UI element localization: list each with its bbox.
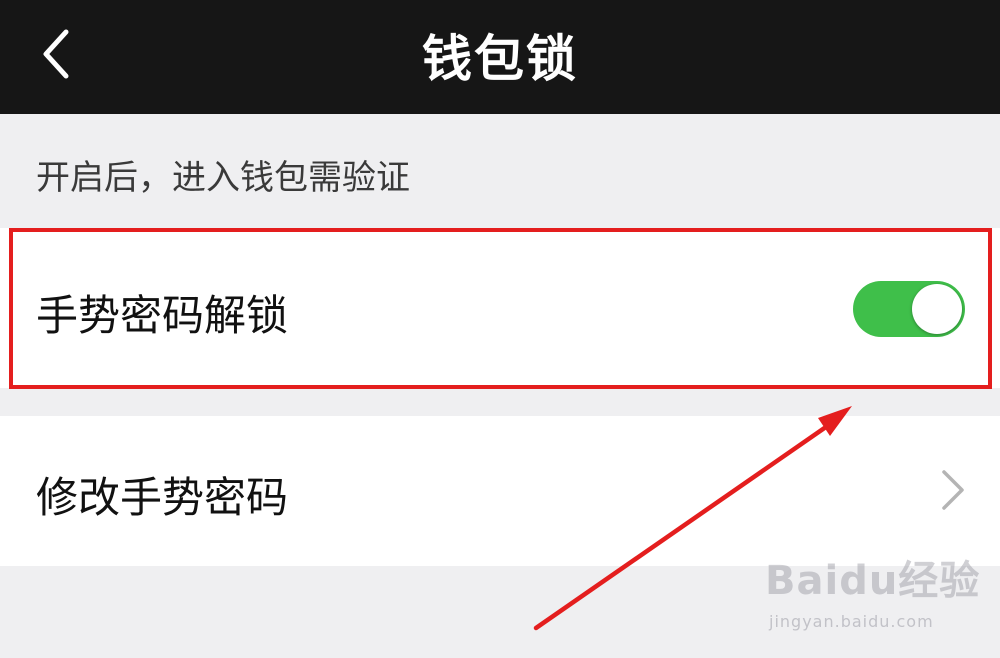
chevron-right-icon <box>942 470 964 510</box>
gesture-unlock-label: 手势密码解锁 <box>36 291 289 340</box>
toggle-knob <box>912 284 962 334</box>
page-title: 钱包锁 <box>422 30 578 88</box>
chevron-left-icon <box>43 29 69 79</box>
modify-gesture-label: 修改手势密码 <box>36 473 289 522</box>
back-button[interactable] <box>28 22 84 86</box>
watermark-url: jingyan.baidu.com <box>769 612 934 631</box>
wallet-lock-screen: 钱包锁 开启后，进入钱包需验证 手势密码解锁 修改手势密码 Baidu经验 ji… <box>0 0 1000 658</box>
section-description: 开启后，进入钱包需验证 <box>36 158 410 198</box>
modify-gesture-row[interactable]: 修改手势密码 <box>0 416 1000 566</box>
gesture-unlock-row: 手势密码解锁 <box>0 228 1000 388</box>
top-navigation-bar: 钱包锁 <box>0 0 1000 114</box>
gesture-unlock-toggle[interactable] <box>853 281 965 337</box>
